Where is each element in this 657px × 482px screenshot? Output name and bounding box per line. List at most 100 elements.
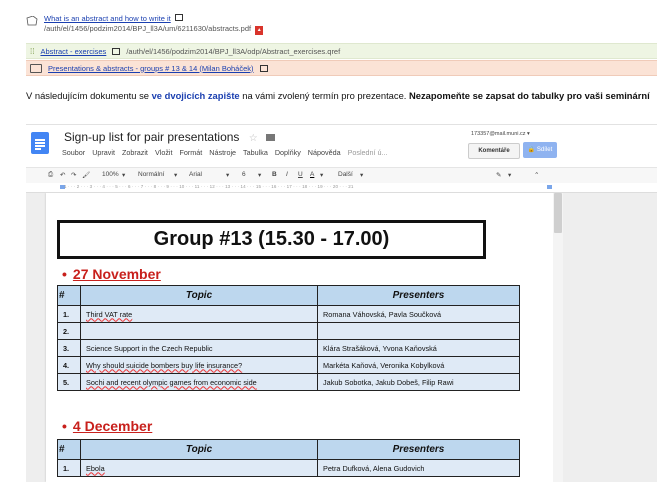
resource-item-presentations[interactable]: Presentations & abstracts - groups # 13 …	[26, 60, 657, 76]
table-row[interactable]: 3. Science Support in the Czech Republic…	[57, 339, 520, 357]
more-dropdown-icon[interactable]: ▾	[360, 171, 363, 179]
share-label: Sdílet	[536, 147, 553, 153]
col-header-topic: Topic	[80, 439, 318, 460]
text-color-dropdown-icon[interactable]: ▾	[320, 171, 323, 179]
pen-icon[interactable]: ✎	[496, 171, 501, 179]
instruction-text: V následujícím dokumentu se ve dvojicích…	[26, 90, 657, 101]
comments-button[interactable]: Komentáře	[468, 143, 520, 159]
drag-handle-icon[interactable]: ⁞⁞	[30, 47, 34, 56]
underline-icon[interactable]: U	[298, 171, 303, 178]
collapse-icon[interactable]: ⌃	[534, 171, 539, 179]
more-button[interactable]: Další	[338, 171, 353, 178]
col-header-presenters: Presenters	[317, 285, 520, 306]
account-email[interactable]: 173357@mail.muni.cz ▾	[471, 131, 530, 137]
topic-cell[interactable]	[80, 322, 318, 340]
print-icon[interactable]: ⎙	[48, 171, 53, 179]
zoom-dropdown-icon[interactable]: ▾	[122, 171, 125, 179]
document-icon	[26, 16, 38, 26]
menu-table[interactable]: Tabulka	[243, 148, 268, 157]
account-email-text: 173357@mail.muni.cz	[471, 131, 526, 137]
undo-icon[interactable]: ↶	[60, 171, 65, 179]
row-number: 2.	[57, 322, 81, 340]
window-icon	[174, 14, 183, 21]
font-select[interactable]: Arial	[189, 171, 202, 178]
resource-link[interactable]: What is an abstract and how to write it	[44, 14, 171, 23]
topic-text: Third VAT rate	[86, 309, 133, 319]
resource-item-abstract-pdf[interactable]: What is an abstract and how to write it …	[26, 14, 657, 36]
presenters-cell[interactable]: Markéta Kaňová, Veronika Kobylková	[317, 356, 520, 374]
star-icon[interactable]: ☆	[249, 133, 258, 144]
font-size-select[interactable]: 6	[242, 171, 246, 178]
resource-item-exercises[interactable]: ⁞⁞ Abstract - exercises /auth/el/1456/po…	[26, 43, 657, 59]
resource-path: /auth/el/1456/podzim2014/BPJ_ll3A/odp/Ab…	[126, 46, 341, 56]
presenters-cell[interactable]	[317, 322, 520, 340]
presenters-cell[interactable]: Romana Váhovská, Pavla Součková	[317, 305, 520, 323]
folder-icon[interactable]	[266, 134, 276, 142]
table-row[interactable]: 1. Third VAT rate Romana Váhovská, Pavla…	[57, 305, 520, 323]
row-number: 4.	[57, 356, 81, 374]
scrollbar-thumb[interactable]	[554, 193, 562, 233]
doc-title[interactable]: Sign-up list for pair presentations	[64, 130, 239, 144]
instruction-highlight: ve dvojicích zapište	[151, 90, 240, 101]
session-date-heading: • 4 December	[62, 418, 152, 434]
table-row[interactable]: 1. Ebola Petra Dufková, Alena Gudovich	[57, 459, 520, 477]
google-docs-icon[interactable]	[31, 132, 49, 154]
ruler: 1 · · · 2 · · · 3 · · · 4 · · · 5 · · · …	[26, 183, 657, 193]
ruler-marks: 1 · · · 2 · · · 3 · · · 4 · · · 5 · · · …	[64, 184, 354, 189]
document-canvas: Group #13 (15.30 - 17.00) • 27 November #…	[26, 193, 657, 482]
table-row[interactable]: 4. Why should suicide bombers buy life i…	[57, 356, 520, 374]
doc-header: Sign-up list for pair presentations ☆ So…	[26, 125, 657, 167]
menu-addons[interactable]: Doplňky	[275, 148, 301, 157]
resource-link[interactable]: Abstract - exercises	[40, 47, 106, 56]
presenters-cell[interactable]: Klára Strašáková, Yvona Kaňovská	[317, 339, 520, 357]
window-icon	[259, 64, 268, 72]
bold-icon[interactable]: B	[272, 171, 277, 178]
bullet-icon: •	[62, 418, 67, 434]
zoom-select[interactable]: 100%	[102, 171, 119, 178]
paint-format-icon[interactable]: 🖌	[82, 171, 90, 179]
topic-cell[interactable]: Sochi and recent olympic games from econ…	[80, 373, 318, 391]
col-header-presenters: Presenters	[317, 439, 520, 460]
style-dropdown-icon[interactable]: ▾	[174, 171, 177, 179]
topic-cell[interactable]: Third VAT rate	[80, 305, 318, 323]
menu-edit[interactable]: Upravit	[92, 148, 115, 157]
topic-cell[interactable]: Why should suicide bombers buy life insu…	[80, 356, 318, 374]
right-indent-marker[interactable]	[547, 185, 552, 189]
session-date-heading: • 27 November	[62, 266, 161, 282]
schedule-table: # Topic Presenters 1. Third VAT rate Rom…	[57, 285, 520, 391]
font-dropdown-icon[interactable]: ▾	[226, 171, 229, 179]
menu-view[interactable]: Zobrazit	[122, 148, 148, 157]
menu-help[interactable]: Nápověda	[308, 148, 341, 157]
italic-icon[interactable]: I	[286, 171, 288, 178]
size-dropdown-icon[interactable]: ▾	[258, 171, 261, 179]
redo-icon[interactable]: ↷	[71, 171, 76, 179]
folder-icon	[30, 63, 42, 73]
row-number: 1.	[57, 305, 81, 323]
vertical-scrollbar[interactable]	[553, 193, 563, 482]
table-row[interactable]: 2.	[57, 322, 520, 340]
menu-insert[interactable]: Vložit	[155, 148, 173, 157]
menu-format[interactable]: Formát	[180, 148, 203, 157]
style-select[interactable]: Normální	[138, 171, 164, 178]
topic-text: Sochi and recent olympic games from econ…	[86, 377, 257, 387]
last-edit-link[interactable]: Poslední ú...	[348, 148, 388, 157]
window-icon	[112, 47, 121, 55]
presenters-cell[interactable]: Jakub Sobotka, Jakub Dobeš, Filip Rawi	[317, 373, 520, 391]
table-row[interactable]: 5. Sochi and recent olympic games from e…	[57, 373, 520, 391]
share-button[interactable]: 🔒 Sdílet	[523, 142, 557, 158]
menu-tools[interactable]: Nástroje	[209, 148, 236, 157]
doc-title-bar: Sign-up list for pair presentations ☆	[64, 130, 276, 144]
topic-text: Ebola	[86, 463, 105, 473]
presenters-cell[interactable]: Petra Dufková, Alena Gudovich	[317, 459, 520, 477]
topic-text: Why should suicide bombers buy life insu…	[86, 360, 243, 370]
session-date: 27 November	[72, 266, 161, 282]
menu-file[interactable]: Soubor	[62, 148, 85, 157]
topic-cell[interactable]: Science Support in the Czech Republic	[80, 339, 318, 357]
document-page[interactable]: Group #13 (15.30 - 17.00) • 27 November #…	[46, 193, 553, 482]
resource-link[interactable]: Presentations & abstracts - groups # 13 …	[48, 64, 254, 73]
instruction-lead: V následujícím dokumentu se	[26, 90, 152, 101]
text-color-icon[interactable]: A	[310, 171, 314, 178]
topic-cell[interactable]: Ebola	[80, 459, 318, 477]
schedule-table: # Topic Presenters 1. Ebola Petra Dufkov…	[57, 439, 520, 477]
pen-dropdown-icon[interactable]: ▾	[508, 171, 511, 179]
